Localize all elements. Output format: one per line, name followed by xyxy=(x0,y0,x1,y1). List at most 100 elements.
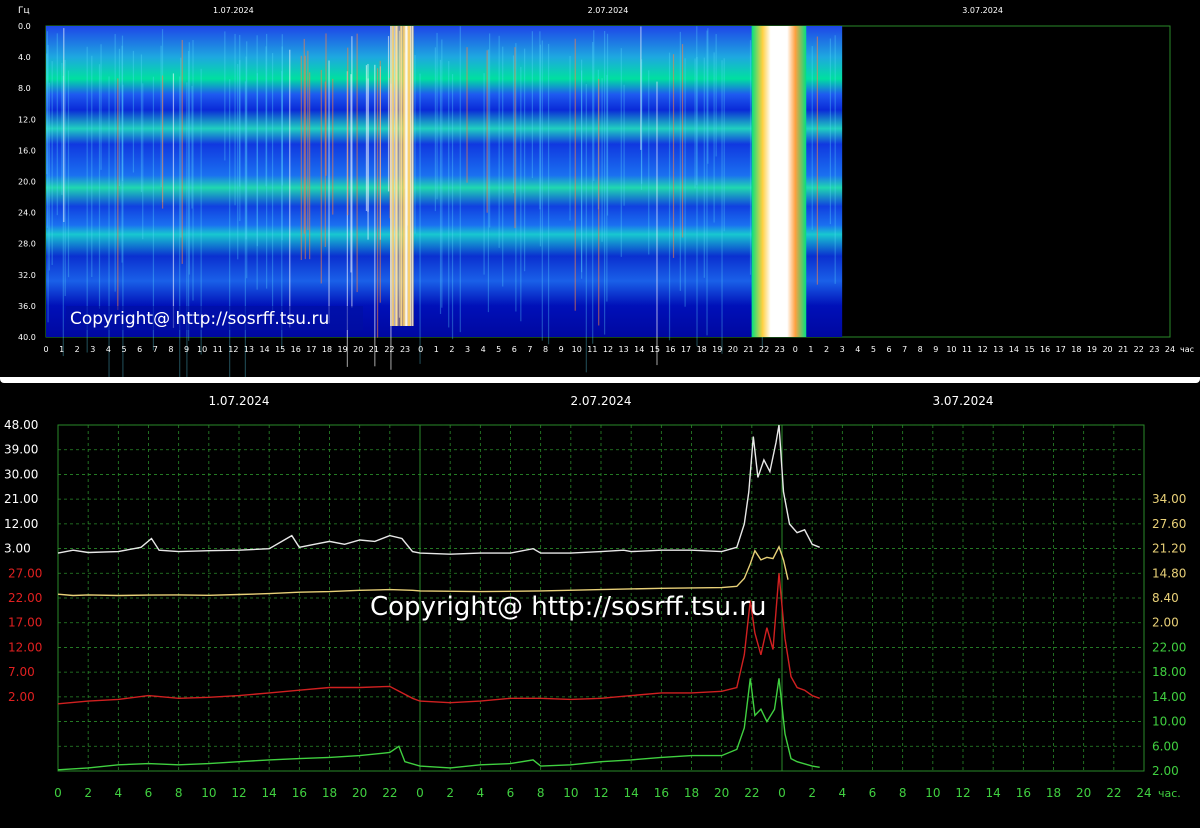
spectrogram-streak xyxy=(387,36,390,192)
spectrogram-y-tick: 20.0 xyxy=(18,178,36,187)
spectrogram-streak xyxy=(524,48,526,272)
spectrogram-streak xyxy=(601,78,603,242)
amplitude-x-tick: 10 xyxy=(925,786,940,800)
spectrogram-streak xyxy=(569,55,571,221)
spectrogram-streak xyxy=(715,34,717,157)
spectrogram-x-tick: 18 xyxy=(1071,345,1081,354)
spectrogram-y-tick: 40.0 xyxy=(18,333,36,342)
spectrogram-x-tick: 21 xyxy=(1118,345,1128,354)
spectrogram-x-tick: 18 xyxy=(322,345,332,354)
spectrogram-streak xyxy=(246,41,248,279)
spectrogram-streak xyxy=(64,59,66,297)
amplitude-chart: 1.07.2024 2.07.2024 3.07.2024 48.00 39.00 30… xyxy=(4,394,1186,800)
spectrogram-date-label: 3.07.2024 xyxy=(962,6,1003,15)
spectrogram-streak xyxy=(180,57,182,238)
spectrogram-streak xyxy=(400,26,402,326)
amplitude-x-tick: 20 xyxy=(1076,786,1091,800)
spectrogram-chart: Гц 0.0 4.0 8.0 12.0 16.0 20.0 24.0 28.0 32.0 36.0… xyxy=(18,6,1194,392)
amplitude-x-tick: 10 xyxy=(201,786,216,800)
spectrogram-x-tick: 17 xyxy=(306,345,316,354)
amplitude-x-tick: 8 xyxy=(175,786,183,800)
amplitude-x-tick: 14 xyxy=(986,786,1001,800)
spectrogram-streak xyxy=(598,78,600,326)
amplitude-x-tick: 12 xyxy=(955,786,970,800)
right-axis-tick-yellow: 8.40 xyxy=(1152,591,1179,605)
spectrogram-streak xyxy=(547,43,550,345)
spectrogram-streak xyxy=(749,40,752,275)
spectrogram-x-tick: 5 xyxy=(496,345,501,354)
amplitude-x-tick: 18 xyxy=(684,786,699,800)
spectrogram-panel: Гц 0.0 4.0 8.0 12.0 16.0 20.0 24.0 28.0 32.0 36.0… xyxy=(0,0,1200,392)
spectrogram-streak xyxy=(706,30,708,336)
spectrogram-streak xyxy=(303,38,305,234)
spectrogram-streak xyxy=(320,69,322,284)
spectrogram-x-tick: 10 xyxy=(197,345,207,354)
spectrogram-x-tick: 12 xyxy=(228,345,238,354)
spectrogram-streak xyxy=(466,47,468,183)
amplitude-x-tick: 12 xyxy=(231,786,246,800)
spectrogram-streak xyxy=(592,42,594,344)
spectrogram-x-tick: 10 xyxy=(572,345,582,354)
spectrogram-streak xyxy=(140,54,143,193)
amplitude-x-tick: 10 xyxy=(563,786,578,800)
spectrogram-x-tick: 23 xyxy=(400,345,410,354)
spectrogram-x-tick: 16 xyxy=(665,345,675,354)
amplitude-x-tick: 2 xyxy=(446,786,454,800)
spectrogram-streak xyxy=(91,55,93,277)
left-axis-tick: 39.00 xyxy=(4,443,38,457)
spectrogram-x-tick: 5 xyxy=(871,345,876,354)
spectrogram-streak xyxy=(239,34,241,187)
left-axis-tick: 12.00 xyxy=(4,517,38,531)
amplitude-x-tick: 22 xyxy=(382,786,397,800)
spectrogram-x-tick: 0 xyxy=(793,345,798,354)
amplitude-x-tick: 2 xyxy=(84,786,92,800)
spectrogram-x-tick: 23 xyxy=(1149,345,1159,354)
left-axis-tick: 3.00 xyxy=(4,542,31,556)
amplitude-x-tick: 16 xyxy=(1016,786,1031,800)
spectrogram-x-tick: 1 xyxy=(808,345,813,354)
spectrogram-streak xyxy=(414,54,416,234)
spectrogram-streak xyxy=(351,36,353,308)
spectrogram-y-tick: 28.0 xyxy=(18,240,36,249)
spectrogram-x-tick: 9 xyxy=(184,345,189,354)
spectrogram-x-tick: 23 xyxy=(775,345,785,354)
spectrogram-date-label: 1.07.2024 xyxy=(213,6,254,15)
spectrogram-streak xyxy=(56,33,58,216)
spectrogram-streak xyxy=(439,59,442,314)
right-axis-tick-green: 10.00 xyxy=(1152,715,1186,729)
amplitude-x-tick: 4 xyxy=(115,786,123,800)
left-axis-tick-red: 7.00 xyxy=(8,665,35,679)
amplitude-date-label: 1.07.2024 xyxy=(208,394,269,408)
spectrogram-x-tick: 15 xyxy=(275,345,285,354)
amplitude-x-tick: 22 xyxy=(1106,786,1121,800)
spectrogram-streak xyxy=(640,61,643,190)
amplitude-x-tick: 24 xyxy=(1136,786,1151,800)
spectrogram-x-tick: 19 xyxy=(338,345,348,354)
spectrogram-x-tick: 13 xyxy=(993,345,1003,354)
spectrogram-streak xyxy=(489,33,491,228)
spectrogram-streak xyxy=(367,78,369,240)
spectrogram-streak xyxy=(289,49,291,328)
spectrogram-streak xyxy=(679,31,681,291)
right-axis-tick-green: 14.00 xyxy=(1152,690,1186,704)
spectrogram-streak xyxy=(118,48,121,186)
spectrogram-streak xyxy=(234,33,236,206)
spectrogram-streak xyxy=(703,57,705,278)
spectrogram-streak xyxy=(114,34,116,292)
spectrogram-streak xyxy=(117,78,119,310)
spectrogram-streak xyxy=(390,26,392,326)
spectrogram-data xyxy=(46,26,843,337)
spectrogram-streak xyxy=(603,31,606,335)
spectrogram-streak xyxy=(256,73,258,247)
spectrogram-streak xyxy=(487,49,490,313)
spectrogram-streak xyxy=(402,26,404,326)
spectrogram-streak xyxy=(51,61,53,265)
spectrogram-streak xyxy=(656,81,658,366)
spectrogram-streak xyxy=(648,70,650,255)
spectrogram-x-tick: 17 xyxy=(681,345,691,354)
amplitude-x-tick: 14 xyxy=(262,786,277,800)
spectrogram-streak xyxy=(63,28,65,223)
spectrogram-x-tick: 15 xyxy=(650,345,660,354)
spectrogram-streak xyxy=(265,46,267,187)
spectrogram-streak xyxy=(514,47,516,229)
